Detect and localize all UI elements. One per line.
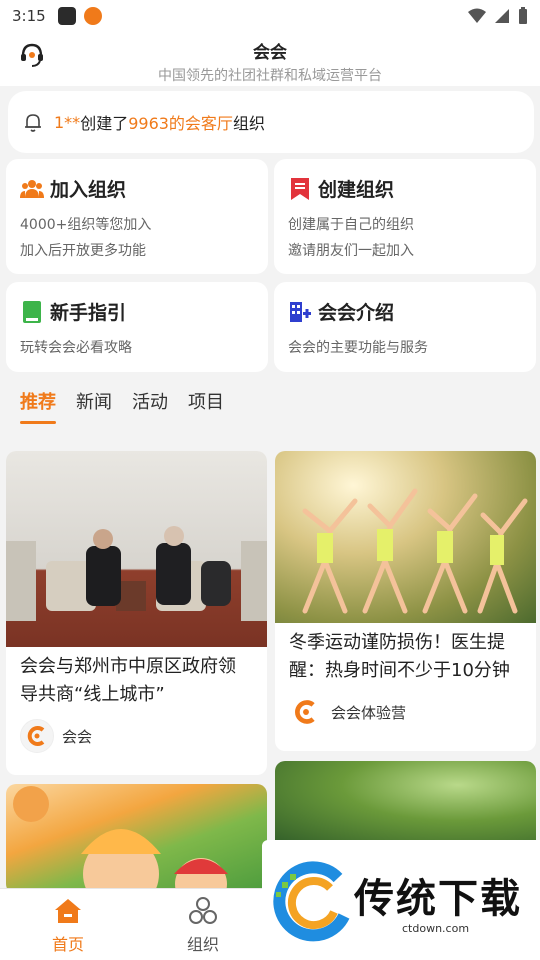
page-title: 会会 [253, 43, 287, 63]
card-title: 会会介绍 [318, 302, 395, 324]
feed-card[interactable]: 冬季运动谨防损伤！医生提醒：热身时间不少于10分钟 会会体验营 [275, 451, 536, 751]
feed-image-yoga [275, 451, 536, 623]
author-name: 会会体验营 [331, 703, 407, 722]
app-notification-icon [57, 7, 76, 25]
create-org-card[interactable]: 创建组织 创建属于自己的组织 邀请朋友们一起加入 [274, 159, 536, 274]
watermark-url: ctdown.com [402, 922, 470, 935]
watermark-overlay: 传统下载 ctdown.com [262, 840, 540, 960]
battery-icon [519, 7, 527, 24]
app-header: 会会 中国领先的社团社群和私域运营平台 [0, 32, 540, 86]
card-title: 创建组织 [318, 179, 395, 201]
notice-action: 创建了 [80, 114, 129, 133]
notice-user: 1** [54, 112, 81, 132]
card-line: 会会的主要功能与服务 [288, 340, 428, 356]
bookmark-icon [288, 177, 312, 201]
author-avatar [20, 719, 54, 753]
author-name: 会会 [62, 727, 93, 746]
page-subtitle: 中国领先的社团社群和私域运营平台 [158, 68, 382, 84]
status-time: 3:15 [12, 7, 46, 25]
feed-card[interactable] [6, 784, 267, 894]
feed-title: 会会与郑州市中原区政府领导共商“线上城市” [20, 656, 236, 705]
tab-recommend[interactable]: 推荐 [20, 388, 56, 424]
author-avatar [289, 695, 323, 729]
customer-service-icon[interactable] [18, 40, 46, 68]
feed-author[interactable]: 会会 [6, 709, 267, 763]
feed-image-cartoon [6, 784, 267, 894]
heart-notification-icon [83, 7, 102, 25]
organization-icon [189, 897, 217, 924]
feed-card[interactable]: 会会与郑州市中原区政府领导共商“线上城市” 会会 [6, 451, 267, 775]
feed-title: 冬季运动谨防损伤！医生提醒：热身时间不少于10分钟 [289, 632, 510, 681]
feed-image-meeting [6, 451, 267, 647]
card-line: 创建属于自己的组织 [288, 217, 414, 233]
status-bar: 3:15 [0, 0, 540, 32]
notice-suffix: 组织 [232, 114, 265, 133]
card-line: 邀请朋友们一起加入 [288, 243, 414, 259]
home-icon [55, 899, 81, 923]
card-line: 玩转会会必看攻略 [20, 340, 132, 356]
card-line: 加入后开放更多功能 [20, 243, 146, 259]
about-card[interactable]: 会会介绍 会会的主要功能与服务 [274, 282, 536, 372]
book-icon [20, 300, 44, 324]
notice-banner[interactable]: 1** 创建了 9963的会客厅 组织 [8, 91, 534, 153]
tab-projects[interactable]: 项目 [188, 388, 224, 424]
wifi-icon [468, 8, 486, 23]
nav-org-label: 组织 [186, 935, 219, 954]
notice-org-name: 9963的会客厅 [128, 114, 233, 133]
nav-home[interactable]: 首页 [33, 895, 103, 955]
card-title: 新手指引 [50, 302, 127, 324]
watermark-text: 传统下载 [354, 876, 522, 922]
tab-news[interactable]: 新闻 [76, 388, 112, 424]
feed-image-plant [275, 761, 536, 841]
bell-icon [25, 114, 41, 132]
card-line: 4000+组织等您加入 [20, 217, 152, 233]
nav-organization[interactable]: 组织 [168, 895, 238, 955]
card-title: 加入组织 [50, 179, 127, 201]
feed-author[interactable]: 会会体验营 [275, 685, 536, 739]
building-icon [288, 300, 312, 324]
group-icon [20, 177, 44, 201]
signal-icon [495, 9, 509, 23]
beginner-guide-card[interactable]: 新手指引 玩转会会必看攻略 [6, 282, 268, 372]
tab-activities[interactable]: 活动 [132, 388, 168, 424]
watermark-logo-icon [273, 861, 350, 942]
category-tabs: 推荐 新闻 活动 项目 [20, 388, 224, 424]
nav-home-label: 首页 [51, 935, 84, 954]
join-org-card[interactable]: 加入组织 4000+组织等您加入 加入后开放更多功能 [6, 159, 268, 274]
